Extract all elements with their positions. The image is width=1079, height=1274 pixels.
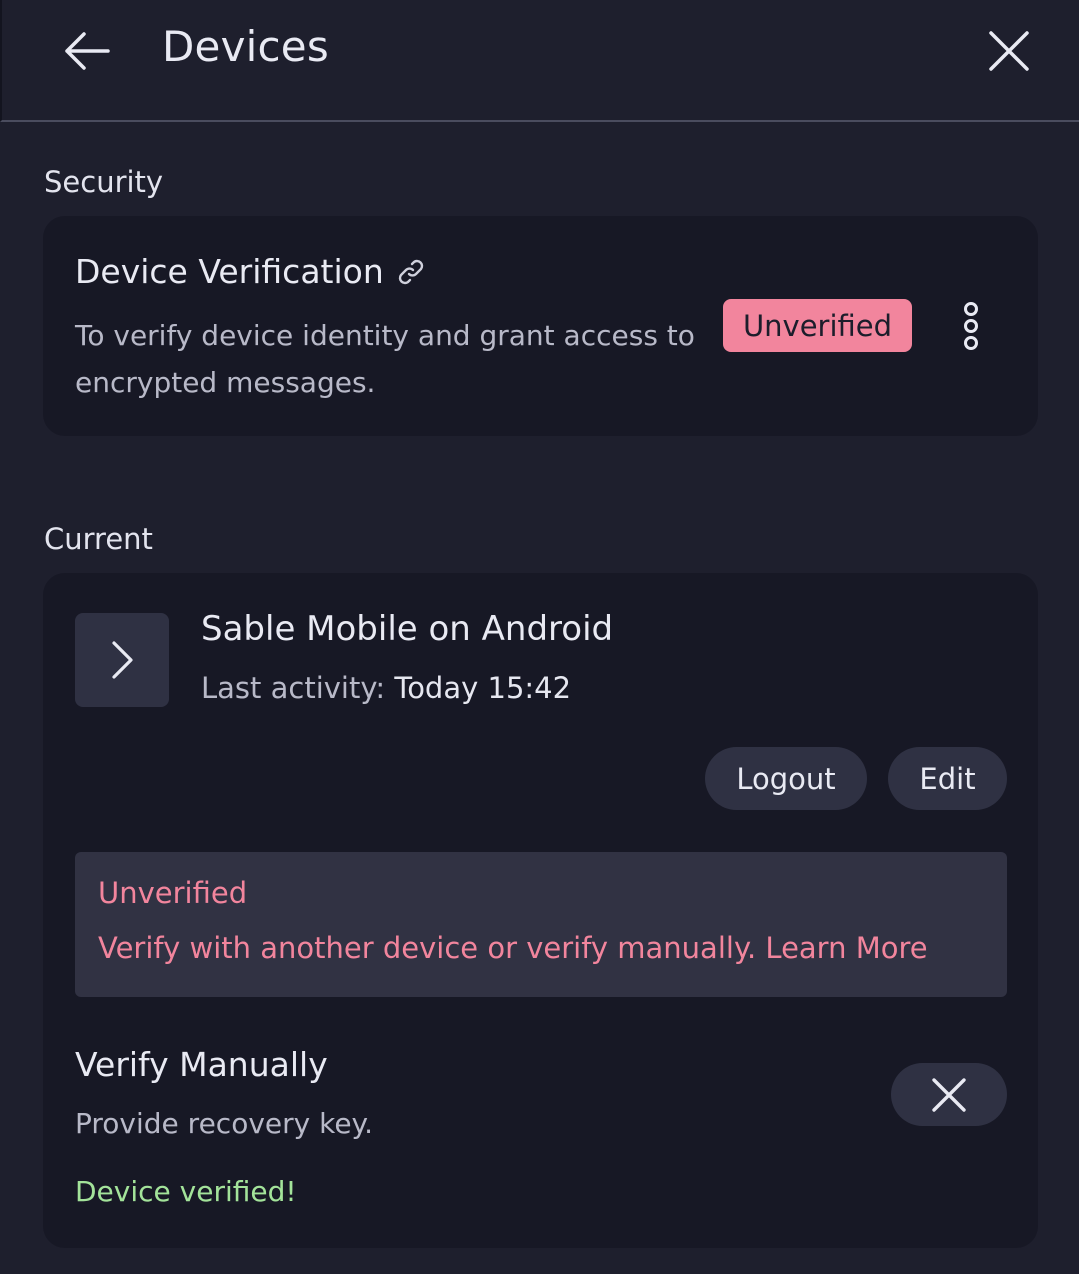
expand-device-button[interactable] <box>75 613 169 707</box>
last-activity: Last activity: Today 15:42 <box>201 671 571 705</box>
close-icon <box>989 31 1029 71</box>
warning-text: Verify with another device or verify man… <box>98 931 928 965</box>
verify-manually-description: Provide recovery key. <box>75 1107 374 1140</box>
vertical-dots-icon <box>964 302 978 350</box>
verify-manually-title: Verify Manually <box>75 1045 328 1084</box>
close-verify-manually-button[interactable] <box>891 1063 1007 1126</box>
chevron-right-icon <box>112 641 133 679</box>
device-verification-description: To verify device identity and grant acce… <box>75 319 695 399</box>
current-device-card: Sable Mobile on Android Last activity: T… <box>43 573 1038 1248</box>
device-verification-card: Device Verification To verify device ide… <box>43 216 1038 436</box>
close-button[interactable] <box>976 18 1042 84</box>
last-activity-label: Last activity: <box>201 671 386 705</box>
header-bar: Devices <box>0 0 1079 122</box>
logout-button[interactable]: Logout <box>705 747 867 810</box>
arrow-left-icon <box>65 32 110 70</box>
back-button[interactable] <box>54 18 120 84</box>
page-title: Devices <box>162 22 329 71</box>
edit-button[interactable]: Edit <box>888 747 1007 810</box>
last-activity-value: Today 15:42 <box>394 671 572 705</box>
section-label-security: Security <box>44 165 164 199</box>
section-label-current: Current <box>44 522 153 556</box>
unverified-warning: Unverified Verify with another device or… <box>75 852 1007 997</box>
warning-title: Unverified <box>98 876 248 910</box>
status-badge: Unverified <box>723 299 912 352</box>
close-icon <box>932 1077 966 1112</box>
device-verification-title-text: Device Verification <box>75 252 384 291</box>
link-icon[interactable] <box>396 257 426 287</box>
device-name: Sable Mobile on Android <box>201 609 614 649</box>
device-verification-title: Device Verification <box>75 252 426 291</box>
verification-success-message: Device verified! <box>75 1175 297 1208</box>
devices-page: Devices Security Device Verification To … <box>0 0 1079 1274</box>
more-options-button[interactable] <box>947 298 995 354</box>
warning-message: Verify with another device or verify man… <box>98 931 757 965</box>
learn-more-link[interactable]: Learn More <box>765 931 927 965</box>
